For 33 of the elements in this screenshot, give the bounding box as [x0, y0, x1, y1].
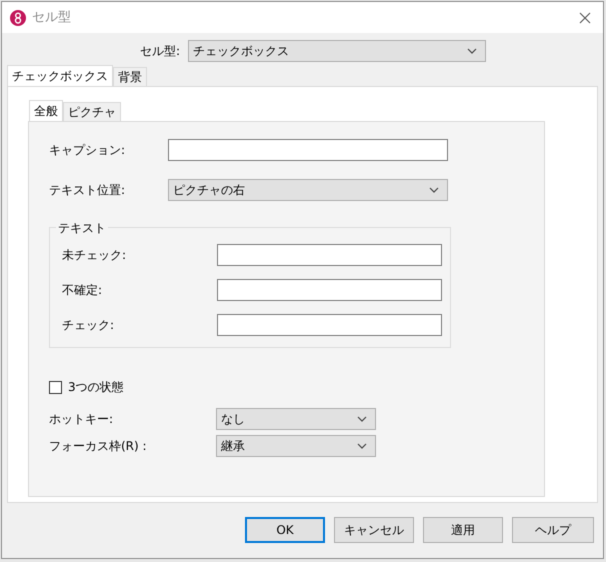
chevron-down-icon — [429, 187, 439, 193]
text-field[interactable] — [217, 314, 442, 336]
dialog-button[interactable]: ヘルプ — [512, 517, 594, 543]
close-icon[interactable] — [579, 12, 591, 24]
focus-frame-dropdown[interactable]: 継承 — [216, 435, 376, 457]
app-logo-icon — [10, 10, 26, 26]
dialog-button[interactable]: 適用 — [423, 517, 503, 543]
text-position-dropdown[interactable]: ピクチャの右 — [168, 179, 448, 201]
checkbox-label: 3つの状態 — [68, 379, 124, 396]
tab[interactable]: チェックボックス — [7, 65, 113, 86]
text-field[interactable] — [217, 244, 442, 266]
cell-type-label: セル型: — [140, 43, 180, 60]
hotkey-label: ホットキー: — [49, 411, 114, 428]
checkbox[interactable] — [49, 380, 62, 394]
dialog-button[interactable]: OK — [245, 517, 325, 543]
dialog-button[interactable]: キャンセル — [334, 517, 414, 543]
cell-type-dropdown[interactable]: チェックボックス — [188, 40, 486, 62]
focus-frame-label: フォーカス枠(R) : — [49, 438, 148, 455]
chevron-down-icon — [357, 443, 367, 449]
tab[interactable]: 背景 — [113, 67, 147, 86]
field-label: チェック: — [62, 317, 116, 334]
field-label: 未チェック: — [62, 247, 128, 264]
text-position-label: テキスト位置: — [49, 182, 126, 199]
text-field[interactable] — [217, 279, 442, 301]
chevron-down-icon — [467, 48, 478, 54]
tab[interactable]: 全般 — [29, 100, 63, 121]
caption-label: キャプション: — [49, 142, 126, 159]
caption-field[interactable] — [168, 139, 448, 161]
field-label: 不確定: — [62, 282, 104, 299]
window-title: セル型 — [32, 8, 71, 27]
tab[interactable]: ピクチャ — [63, 102, 121, 121]
hotkey-dropdown[interactable]: なし — [216, 408, 376, 430]
chevron-down-icon — [357, 416, 367, 422]
